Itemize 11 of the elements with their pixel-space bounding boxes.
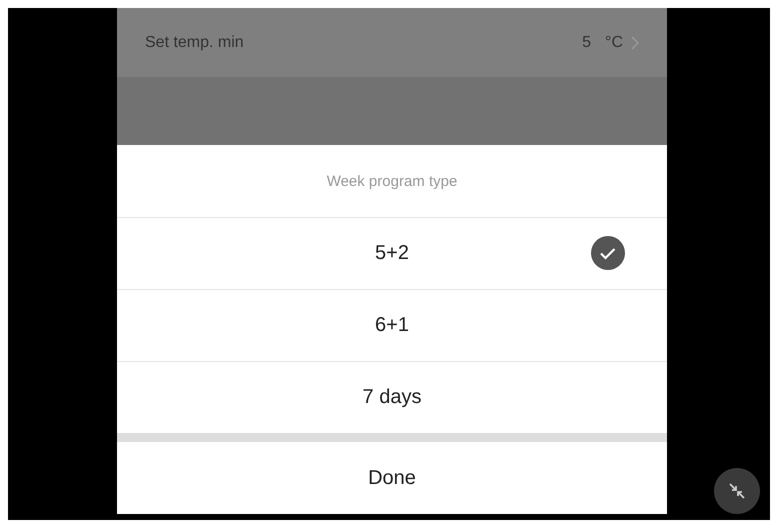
collapse-button[interactable] bbox=[714, 468, 760, 514]
option-item[interactable]: 5+2 bbox=[117, 218, 667, 290]
option-item[interactable]: 6+1 bbox=[117, 290, 667, 362]
chevron-icon bbox=[631, 36, 639, 50]
setting-unit: °C bbox=[605, 34, 623, 52]
option-item[interactable]: 7 days bbox=[117, 362, 667, 433]
checkmark-icon bbox=[591, 236, 625, 270]
sheet-title: Week program type bbox=[117, 145, 667, 218]
setting-value: 5 bbox=[582, 34, 592, 52]
setting-label: Set temp. min bbox=[145, 34, 245, 52]
collapse-icon bbox=[727, 481, 747, 501]
